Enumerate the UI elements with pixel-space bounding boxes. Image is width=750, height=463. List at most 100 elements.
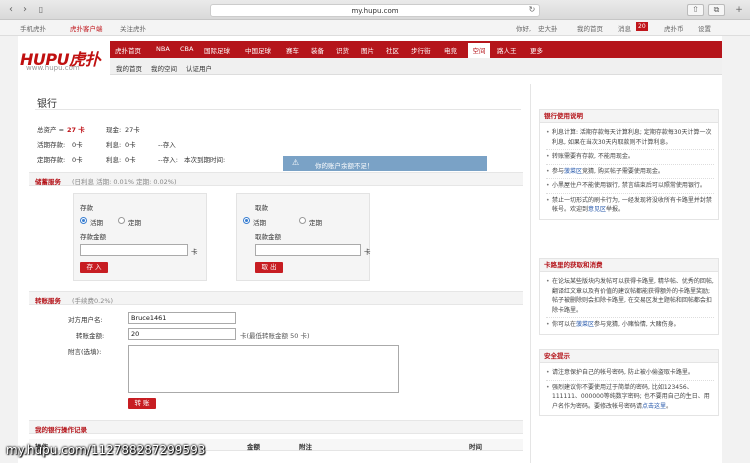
current-deposit-value: 0卡: [72, 141, 83, 149]
earn-bocai-link[interactable]: 菠菜区: [576, 321, 594, 328]
transfer-section-title: 转账服务: [35, 297, 61, 305]
nav-item-luren[interactable]: 路人王: [497, 45, 517, 55]
total-assets-label: 总资产 =: [37, 126, 65, 134]
mobile-link[interactable]: 手机虎扑: [20, 23, 46, 33]
withdraw-title: 取款: [255, 204, 268, 212]
usage-bocai-link[interactable]: 菠菜区: [564, 168, 582, 175]
withdraw-unit: 卡: [364, 248, 371, 256]
fixed-deposit-value: 0卡: [72, 156, 83, 164]
transfer-button[interactable]: 转 账: [128, 398, 156, 409]
subnav-my-home[interactable]: 我的首页: [116, 63, 142, 73]
transfer-amount-label: 转账金额:: [76, 332, 105, 340]
page-container: HUPU虎扑 www.hupu.com 虎扑首页 NBA CBA 国际足球 中国…: [18, 36, 722, 463]
deposit-amount-label: 存款金额: [80, 233, 106, 241]
deposit-section-header: 储蓄服务 (日利息 活期: 0.01% 定期: 0.02%): [29, 172, 523, 186]
fixed-interest-label: 利息:: [106, 156, 122, 164]
deposit-button[interactable]: 存 入: [80, 262, 108, 273]
safety-item: 强烈建议你不要使用过于简单的密码, 比如123456、111111、000000…: [546, 381, 714, 414]
url-watermark: my.hupu.com/112788287299593: [6, 443, 206, 457]
fixed-note: --存入:: [158, 156, 178, 164]
transfer-fee: (手续费0.2%): [72, 297, 114, 305]
cash-value: 27卡: [125, 126, 140, 134]
safety-change-password-link[interactable]: 点击这里: [642, 403, 666, 410]
new-tab-icon[interactable]: +: [734, 5, 744, 15]
forward-icon[interactable]: ›: [20, 5, 30, 15]
nav-item-more[interactable]: 更多: [530, 45, 543, 55]
deposit-fixed-radio[interactable]: [118, 217, 125, 224]
records-col-amount: 金额: [247, 443, 260, 451]
deposit-current-radio[interactable]: [80, 217, 87, 224]
nav-item-racing[interactable]: 赛车: [286, 45, 299, 55]
follow-link[interactable]: 关注虎扑: [120, 23, 146, 33]
nav-item-space[interactable]: 空间: [468, 41, 490, 58]
withdraw-fixed-radio[interactable]: [299, 217, 306, 224]
usage-feedback-link[interactable]: 意见区: [588, 206, 606, 213]
fixed-maturity-label: 本次到期时间:: [184, 156, 226, 164]
site-topbar: 手机虎扑 虎扑客户端 关注虎扑 你好, 史大卦 我的首页 消息 20 虎扑币 设…: [0, 20, 750, 36]
transfer-to-label: 对方用户名:: [68, 316, 103, 324]
withdraw-current-radio[interactable]: [243, 217, 250, 224]
insufficient-balance-toast: ⚠ 你的账户余额不足！: [283, 156, 487, 171]
title-divider: [35, 109, 521, 110]
main-nav: 虎扑首页 NBA CBA 国际足球 中国足球 赛车 装备 识货 图片 社区 步行…: [110, 41, 722, 58]
reload-icon[interactable]: ↻: [527, 5, 537, 15]
transfer-note-textarea[interactable]: [128, 345, 399, 393]
usage-item: 小黑屋住户不能使用银行, 禁言结束后可以照常使用银行。: [546, 179, 714, 194]
deposit-amount-input[interactable]: [80, 244, 188, 256]
sidebar-toggle-icon[interactable]: ▯: [36, 5, 46, 15]
coins-link[interactable]: 虎扑币: [664, 23, 684, 33]
message-count-badge: 20: [636, 22, 648, 31]
safety-item: 请注意保护自己的帐号密码, 防止被小偷盗取卡路里。: [546, 366, 714, 381]
withdraw-button[interactable]: 取 出: [255, 262, 283, 273]
nav-item-intl-football[interactable]: 国际足球: [204, 45, 230, 55]
withdraw-current-label: 活期: [253, 219, 266, 227]
nav-item-community[interactable]: 社区: [386, 45, 399, 55]
records-section-header: 我的银行操作记录: [29, 420, 523, 434]
withdraw-amount-label: 取款金额: [255, 233, 281, 241]
fixed-deposit-label: 定期存款:: [37, 156, 66, 164]
page-title: 银行: [37, 99, 57, 110]
nav-item-cn-football[interactable]: 中国足球: [245, 45, 271, 55]
logo-url: www.hupu.com: [26, 64, 80, 72]
settings-link[interactable]: 设置: [698, 23, 711, 33]
subnav-verified[interactable]: 认证用户: [186, 63, 212, 73]
share-icon[interactable]: ⇧: [687, 4, 704, 16]
usage-item-3-text: 参与: [552, 167, 565, 175]
nav-item-shihuo[interactable]: 识货: [336, 45, 349, 55]
earn-item: 你可以在菠菜区参与竞猜, 小赌怡情, 大赌伤身。: [546, 318, 714, 332]
my-home-link[interactable]: 我的首页: [577, 23, 603, 33]
nav-item-home[interactable]: 虎扑首页: [115, 45, 141, 55]
url-text: my.hupu.com: [351, 7, 399, 15]
browser-toolbar: ‹ › ▯ my.hupu.com ↻ ⇧ ⧉ +: [0, 0, 750, 20]
sub-nav: 我的首页 我的空间 认证用户: [110, 58, 722, 75]
nav-item-photos[interactable]: 图片: [361, 45, 374, 55]
earn-title: 卡路里的获取和消费: [540, 259, 718, 272]
toast-text: 你的账户余额不足！: [315, 162, 374, 170]
messages-link[interactable]: 消息: [618, 23, 631, 33]
nav-item-gear[interactable]: 装备: [311, 45, 324, 55]
address-bar[interactable]: my.hupu.com: [210, 4, 540, 17]
withdraw-box: 取款 活期 定期 取款金额 卡 取 出: [236, 193, 371, 281]
withdraw-amount-input[interactable]: [255, 244, 361, 256]
usage-item: 禁止一切形式的刷卡行为, 一经发现将没收所有卡路里并封禁帐号。欢迎到意见区举报。: [546, 194, 714, 217]
deposit-box: 存款 活期 定期 存款金额 卡 存 入: [73, 193, 207, 281]
transfer-to-input[interactable]: Bruce1461: [128, 312, 236, 324]
tabs-icon[interactable]: ⧉: [708, 4, 725, 16]
current-interest-label: 利息:: [106, 141, 122, 149]
username-link[interactable]: 史大卦: [538, 23, 558, 33]
sidebar: 银行使用说明 利息计算: 活期存款每天计算利息; 定期存款每30天计算一次利息,…: [530, 84, 720, 463]
warning-icon: ⚠: [292, 158, 300, 167]
current-interest-value: 0卡: [125, 141, 136, 149]
current-deposit-label: 活期存款:: [37, 141, 66, 149]
nav-item-cba[interactable]: CBA: [180, 45, 193, 53]
usage-item: 利息计算: 活期存款每天计算利息; 定期存款每30天计算一次利息, 如果在当次3…: [546, 126, 714, 150]
nav-item-nba[interactable]: NBA: [156, 45, 170, 53]
subnav-my-space[interactable]: 我的空间: [151, 63, 177, 73]
nav-item-esports[interactable]: 电竞: [444, 45, 457, 55]
transfer-amount-input[interactable]: 20: [128, 328, 236, 340]
back-icon[interactable]: ‹: [6, 5, 16, 15]
nav-item-bxj[interactable]: 步行街: [411, 45, 431, 55]
cash-label: 现金:: [106, 126, 122, 134]
client-link[interactable]: 虎扑客户端: [70, 23, 103, 33]
earn-box: 卡路里的获取和消费 在论坛某些版块内发帖可以获得卡路里, 精华帖、优秀的回帖, …: [539, 258, 719, 335]
